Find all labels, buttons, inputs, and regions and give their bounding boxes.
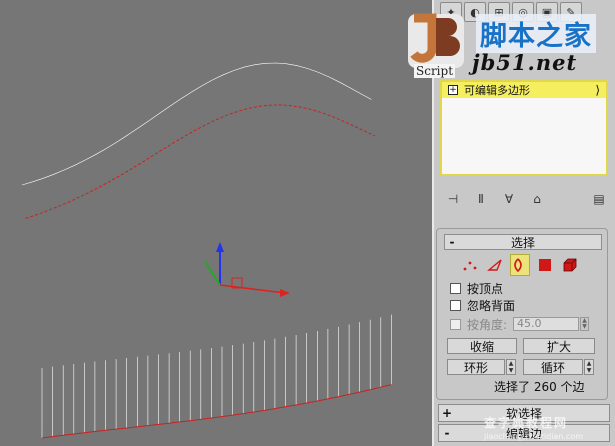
by-angle-label: 按角度: [467, 317, 508, 332]
logo-url-text: jb51.net [472, 50, 578, 75]
configure-sets-icon[interactable]: ▤ [590, 192, 608, 206]
by-angle-checkbox [450, 318, 461, 330]
loop-button[interactable]: 循环 [523, 359, 583, 375]
collapse-icon: - [444, 426, 450, 440]
logo-chinese-text: 脚本之家 [476, 14, 596, 53]
expand-icon[interactable]: + [448, 85, 458, 95]
selected-edge-loop [25, 104, 376, 219]
jb-logo-icon [408, 13, 464, 68]
selected-edge-loop [41, 384, 392, 439]
pin-stack-icon[interactable]: ⊣ [444, 192, 462, 206]
collapse-icon: - [449, 235, 455, 249]
selection-rollout-title: 选择 [510, 235, 535, 250]
modifier-stack-list[interactable]: + 可编辑多边形 ⟩ [440, 80, 608, 176]
wireframe-mesh [21, 62, 392, 439]
transform-gizmo [204, 242, 290, 297]
show-end-result-icon[interactable]: Ⅱ [472, 192, 490, 206]
by-angle-input: 45.0 [513, 317, 580, 331]
remove-modifier-icon[interactable]: ⌂ [528, 192, 546, 206]
subobject-level-icons [460, 254, 580, 276]
ring-spinner[interactable]: ▲ ▼ [506, 359, 516, 375]
vertex-level-icon[interactable] [460, 254, 481, 276]
grow-button[interactable]: 扩大 [523, 338, 595, 354]
make-unique-icon[interactable]: ∀ [500, 192, 518, 206]
logo-script-text: Script [414, 64, 456, 78]
edge-level-icon[interactable] [485, 254, 506, 276]
selection-status-text: 选择了 260 个边 [494, 380, 585, 394]
polygon-level-icon[interactable] [534, 254, 555, 276]
loop-spinner[interactable]: ▲ ▼ [584, 359, 594, 375]
by-angle-option: 按角度: 45.0 ▲ ▼ [450, 317, 590, 332]
by-vertex-checkbox[interactable] [450, 282, 461, 294]
site-logo: Script 脚本之家 jb51.net [402, 4, 615, 80]
ignore-backfacing-option[interactable]: 忽略背面 [450, 298, 516, 313]
by-vertex-option[interactable]: 按顶点 [450, 281, 504, 296]
edge-subobject-icon: ⟩ [595, 83, 600, 97]
ring-button[interactable]: 环形 [447, 359, 505, 375]
ignore-backfacing-label: 忽略背面 [467, 298, 516, 313]
modifier-label: 可编辑多边形 [464, 84, 530, 97]
perspective-viewport[interactable] [0, 0, 432, 446]
shrink-button[interactable]: 收缩 [447, 338, 517, 354]
by-vertex-label: 按顶点 [467, 281, 504, 296]
by-angle-spinner: ▲ ▼ [580, 317, 590, 331]
modifier-stack-item[interactable]: + 可编辑多边形 ⟩ [442, 82, 606, 98]
watermark-text: 查字典教程网 [484, 416, 569, 430]
stack-toolbar: ⊣ Ⅱ ∀ ⌂ ▤ [444, 190, 608, 208]
ignore-backfacing-checkbox[interactable] [450, 299, 461, 311]
selection-rollout-header[interactable]: - 选择 [444, 234, 602, 250]
watermark-subtext: jiaocheng.chazidian.com [484, 432, 584, 441]
expand-icon: + [441, 406, 453, 420]
border-level-icon[interactable] [509, 254, 531, 276]
element-level-icon[interactable] [559, 254, 580, 276]
